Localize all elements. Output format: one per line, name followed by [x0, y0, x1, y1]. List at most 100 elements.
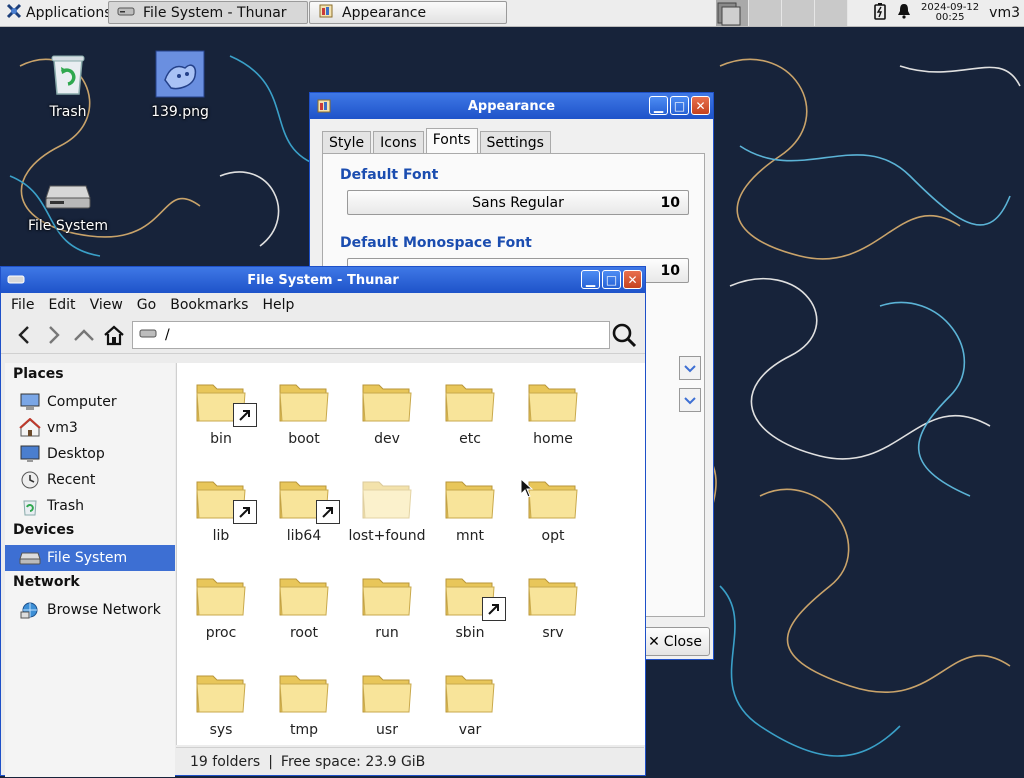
trash-icon: [23, 500, 37, 516]
folder-item[interactable]: boot: [264, 377, 344, 447]
menu-help[interactable]: Help: [262, 297, 294, 313]
file-name: tmp: [289, 722, 318, 738]
folder-item[interactable]: lib: [181, 474, 261, 544]
folder-item[interactable]: run: [347, 571, 427, 641]
sidebar-item-recent[interactable]: Recent: [5, 467, 175, 493]
applications-menu-button[interactable]: Applications: [0, 0, 118, 26]
sidebar-item-browse-network[interactable]: Browse Network: [5, 597, 175, 623]
folder-item[interactable]: srv: [513, 571, 593, 641]
folder-icon: [444, 474, 496, 522]
folder-icon: [527, 474, 579, 522]
clock[interactable]: 2024-09-12 00:25: [921, 3, 979, 23]
maximize-button[interactable]: □: [602, 270, 621, 289]
menu-file[interactable]: File: [11, 297, 34, 313]
sidebar-label: Browse Network: [47, 602, 161, 618]
folder-item[interactable]: sys: [181, 668, 261, 738]
default-font-button[interactable]: Sans Regular 10: [347, 190, 689, 215]
close-button[interactable]: ✕ Close: [640, 627, 710, 656]
tab-style[interactable]: Style: [322, 131, 372, 154]
folder-item[interactable]: lost+found: [347, 474, 427, 544]
system-tray: 2024-09-12 00:25 vm3: [873, 0, 1024, 26]
desktop-icon-trash[interactable]: Trash: [23, 50, 113, 120]
folder-item[interactable]: home: [513, 377, 593, 447]
minimize-button[interactable]: ▁: [649, 96, 668, 115]
desktop-icon-filesystem-label: File System: [27, 218, 109, 234]
tab-icons[interactable]: Icons: [373, 131, 424, 154]
combo-dropdown-2[interactable]: [679, 388, 701, 412]
thunar-titlebar[interactable]: File System - Thunar ▁ □ ✕: [1, 267, 645, 293]
folder-icon: [195, 377, 257, 427]
workspace-3[interactable]: [782, 0, 815, 26]
back-button[interactable]: [9, 320, 39, 350]
appearance-tabs: Style Icons Fonts Settings: [322, 128, 551, 154]
side-pane: Places Computer vm3 Desktop Recent Trash…: [5, 363, 175, 777]
folder-item[interactable]: dev: [347, 377, 427, 447]
folder-item[interactable]: mnt: [430, 474, 510, 544]
folder-item[interactable]: lib64: [264, 474, 344, 544]
user-menu[interactable]: vm3: [989, 5, 1020, 21]
folder-item[interactable]: root: [264, 571, 344, 641]
maximize-button[interactable]: □: [670, 96, 689, 115]
image-thumbnail-icon: [135, 50, 225, 102]
folder-item[interactable]: proc: [181, 571, 261, 641]
workspace-1[interactable]: [716, 0, 749, 26]
close-window-button[interactable]: ✕: [691, 96, 710, 115]
folder-item[interactable]: tmp: [264, 668, 344, 738]
forward-arrow-icon: [49, 326, 60, 344]
combo-dropdown-1[interactable]: [679, 356, 701, 380]
desktop-icon-image-label: 139.png: [151, 104, 209, 120]
sidebar-item-desktop[interactable]: Desktop: [5, 441, 175, 467]
taskbar-thunar-button[interactable]: File System - Thunar: [108, 1, 308, 24]
forward-button[interactable]: [39, 320, 69, 350]
menu-go[interactable]: Go: [137, 297, 156, 313]
folder-icon: [361, 474, 413, 522]
folder-item[interactable]: bin: [181, 377, 261, 447]
menu-edit[interactable]: Edit: [48, 297, 75, 313]
sidebar-item-home[interactable]: vm3: [5, 415, 175, 441]
location-bar[interactable]: /: [132, 321, 610, 349]
file-name: root: [289, 625, 319, 641]
workspace-2[interactable]: [749, 0, 782, 26]
file-name: dev: [374, 431, 400, 447]
folder-icon: [444, 377, 496, 425]
taskbar-appearance-button[interactable]: Appearance: [309, 1, 507, 24]
symlink-arrow-icon: [316, 500, 340, 524]
file-name: proc: [205, 625, 237, 641]
sidebar-label: Trash: [47, 498, 84, 514]
search-button[interactable]: [611, 322, 637, 352]
desktop-icon-filesystem[interactable]: File System: [23, 180, 113, 234]
notification-bell-icon[interactable]: [897, 3, 911, 23]
close-window-button[interactable]: ✕: [623, 270, 642, 289]
file-name: lost+found: [348, 528, 426, 544]
default-font-name: Sans Regular: [472, 195, 564, 211]
up-button[interactable]: [69, 320, 99, 350]
battery-icon[interactable]: [873, 2, 887, 24]
sidebar-item-computer[interactable]: Computer: [5, 389, 175, 415]
mono-font-heading: Default Monospace Font: [340, 235, 532, 251]
menu-view[interactable]: View: [90, 297, 123, 313]
tab-fonts[interactable]: Fonts: [425, 128, 478, 154]
desktop-icon-image[interactable]: 139.png: [135, 50, 225, 120]
clock-icon: [21, 471, 39, 489]
mono-font-size: 10: [660, 263, 680, 279]
folder-item[interactable]: var: [430, 668, 510, 738]
file-icon-view[interactable]: bin boot dev etc home lib lib64 lost+fou…: [176, 363, 645, 745]
tab-settings[interactable]: Settings: [479, 131, 551, 154]
sidebar-item-filesystem[interactable]: File System: [5, 545, 175, 571]
close-icon: ✕: [627, 272, 638, 287]
file-name: sys: [209, 722, 233, 738]
workspace-4[interactable]: [815, 0, 848, 26]
minimize-icon: ▁: [585, 272, 596, 287]
folder-item[interactable]: etc: [430, 377, 510, 447]
home-button[interactable]: [99, 320, 129, 350]
appearance-icon: [318, 3, 334, 23]
folder-item[interactable]: sbin: [430, 571, 510, 641]
sidebar-item-trash[interactable]: Trash: [5, 493, 175, 519]
sidebar-label: File System: [47, 550, 128, 566]
appearance-titlebar[interactable]: Appearance ▁ □ ✕: [310, 93, 713, 119]
folder-item[interactable]: usr: [347, 668, 427, 738]
minimize-button[interactable]: ▁: [581, 270, 600, 289]
menu-bookmarks[interactable]: Bookmarks: [170, 297, 248, 313]
toolbar: /: [1, 317, 645, 354]
symlink-arrow-icon: [233, 500, 257, 524]
